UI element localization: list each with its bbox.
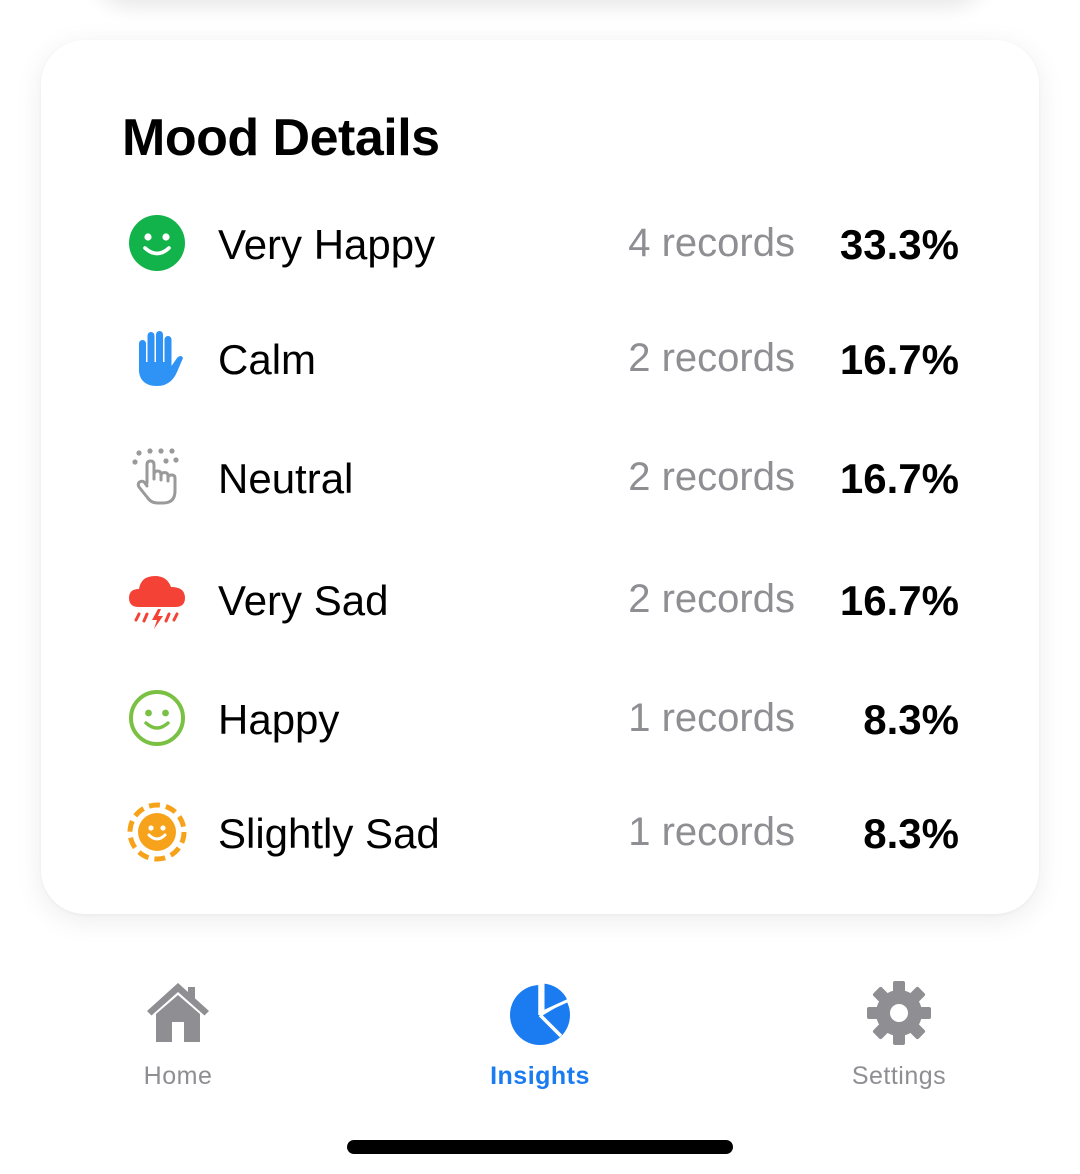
gear-icon [864, 978, 934, 1048]
tab-label: Settings [851, 1062, 947, 1090]
mood-row-neutral: Neutral 2 records 16.7% [125, 437, 975, 517]
tab-home[interactable]: Home [68, 978, 288, 1090]
card-title: Mood Details [122, 109, 440, 167]
mood-row-slightly-sad: Slightly Sad 1 records 8.3% [125, 792, 975, 872]
mood-label: Very Happy [218, 221, 436, 268]
raised-hand-icon [125, 326, 189, 390]
house-icon [143, 978, 213, 1048]
mood-percentage: 16.7% [839, 577, 959, 624]
mood-record-count: 2 records [628, 336, 795, 380]
smiley-outline-icon [125, 686, 189, 750]
mood-percentage: 8.3% [863, 810, 959, 857]
mood-percentage: 16.7% [839, 336, 959, 383]
mood-label: Slightly Sad [218, 810, 440, 857]
mood-record-count: 1 records [628, 696, 795, 740]
mood-percentage: 16.7% [839, 455, 959, 502]
mood-row-very-happy: Very Happy 4 records 33.3% [125, 203, 975, 283]
pie-chart-icon [505, 978, 575, 1048]
mood-row-happy: Happy 1 records 8.3% [125, 678, 975, 758]
tab-label: Insights [490, 1062, 590, 1090]
mood-details-card: Mood Details Very Happy 4 records 33.3% [41, 40, 1039, 914]
mood-percentage: 8.3% [863, 696, 959, 743]
home-indicator[interactable] [347, 1140, 733, 1154]
mood-record-count: 2 records [628, 455, 795, 499]
mood-record-count: 2 records [628, 577, 795, 621]
mood-label: Very Sad [218, 577, 389, 624]
mood-row-calm: Calm 2 records 16.7% [125, 318, 975, 398]
tab-insights[interactable]: Insights [430, 978, 650, 1090]
thunderstorm-cloud-icon [125, 567, 189, 631]
tapping-hand-icon [125, 445, 189, 509]
mood-record-count: 1 records [628, 810, 795, 854]
tab-bar: Home Insights Settings [0, 960, 1080, 1100]
mood-label: Happy [218, 696, 340, 743]
mood-label: Neutral [218, 455, 354, 502]
mood-record-count: 4 records [628, 221, 795, 265]
smiley-filled-icon [125, 211, 189, 275]
mood-row-very-sad: Very Sad 2 records 16.7% [125, 559, 975, 639]
mood-insights-screen: Mood Details Very Happy 4 records 33.3% [0, 0, 1080, 1174]
mood-label: Calm [218, 336, 317, 383]
smiley-dashed-circle-icon [125, 800, 189, 864]
mood-percentage: 33.3% [839, 221, 959, 268]
tab-settings[interactable]: Settings [789, 978, 1009, 1090]
tab-label: Home [143, 1062, 213, 1090]
